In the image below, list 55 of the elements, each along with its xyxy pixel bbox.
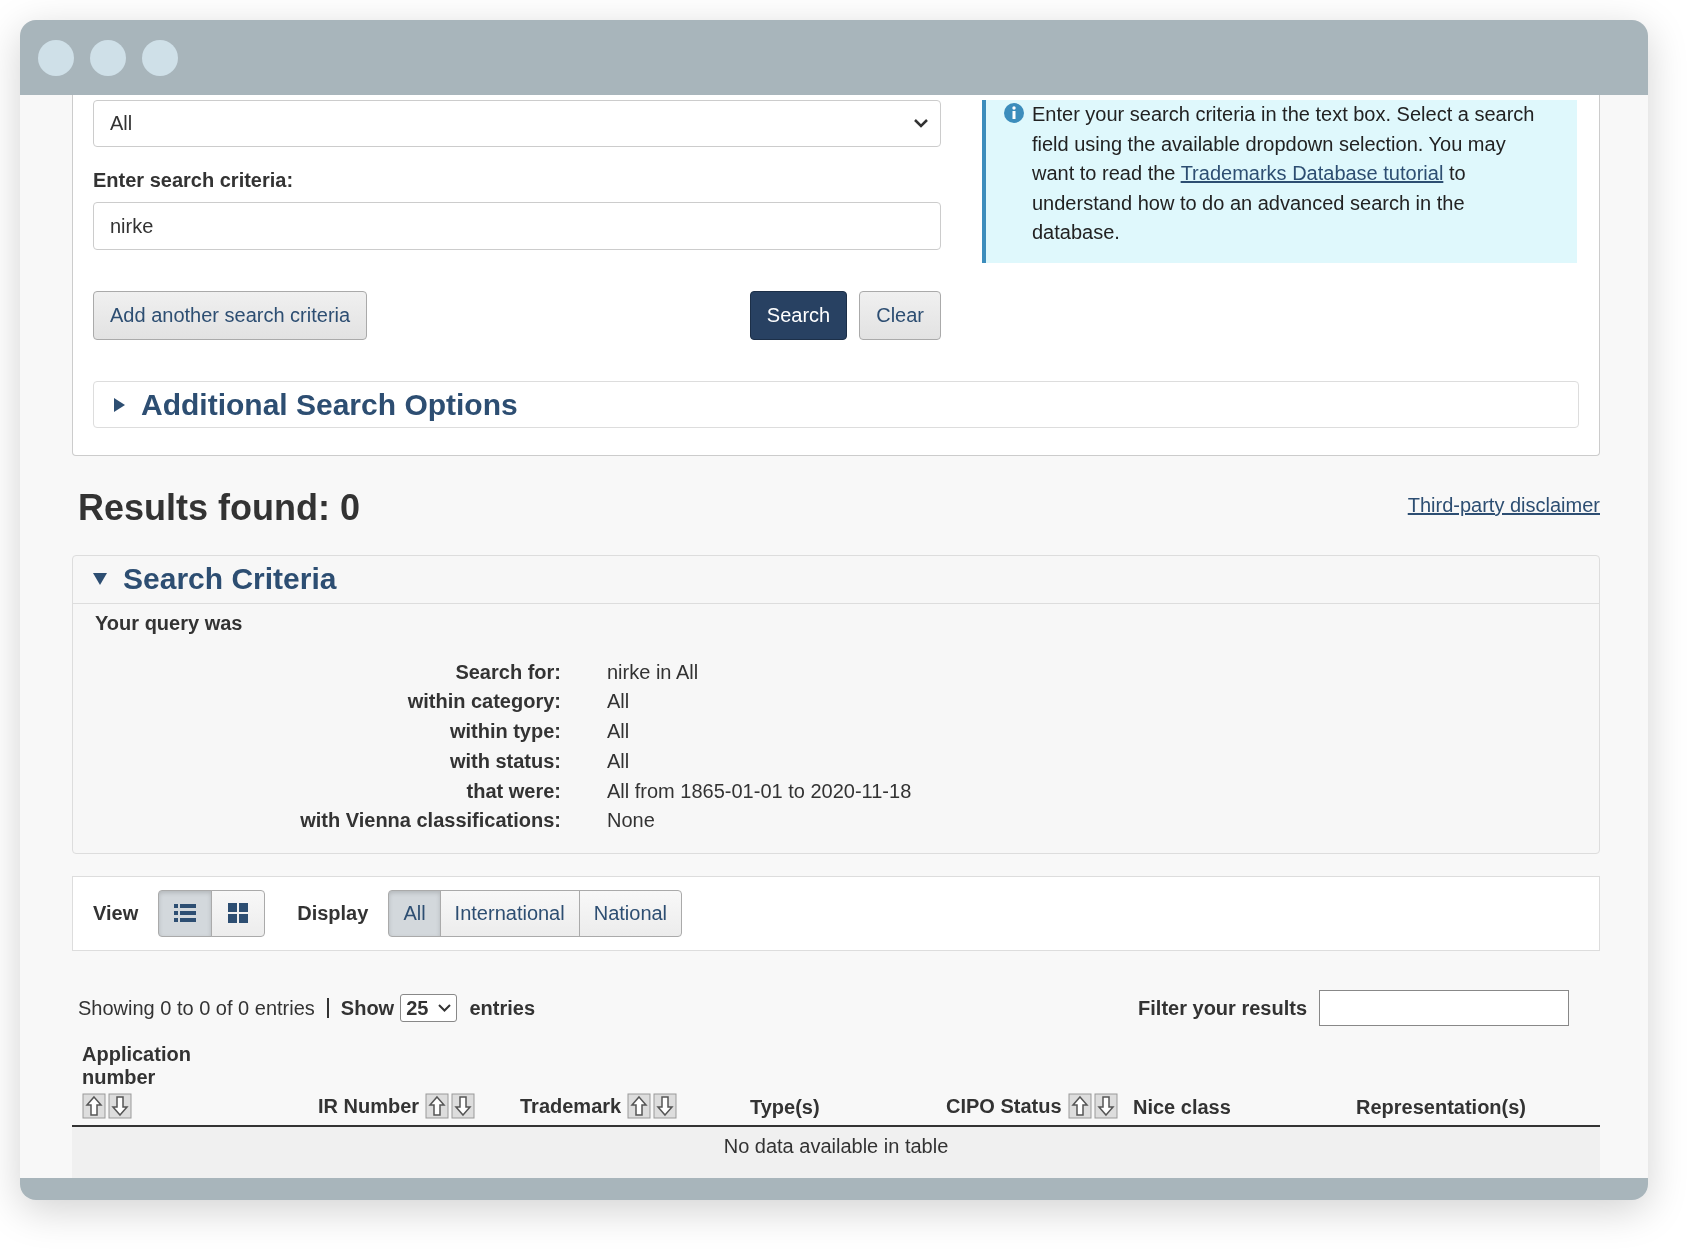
results-heading: Results found: 0 bbox=[77, 486, 360, 530]
list-icon bbox=[174, 903, 197, 924]
column-header: Type(s) bbox=[750, 1096, 820, 1119]
criteria-label: within type: bbox=[448, 720, 561, 744]
field-label: Enter search criteria: bbox=[93, 169, 295, 192]
criteria-value: All bbox=[607, 690, 631, 715]
criteria-panel-header[interactable]: Search Criteria bbox=[73, 555, 1599, 604]
sort-arrows-icon[interactable] bbox=[425, 1093, 476, 1119]
sort-arrows-icon[interactable] bbox=[82, 1093, 132, 1119]
criteria-value: All bbox=[607, 749, 631, 774]
search-button[interactable]: Search bbox=[749, 291, 848, 340]
chevron-down-icon bbox=[914, 119, 928, 128]
criteria-value: All from 1865-01-01 to 2020-11-18 bbox=[607, 779, 913, 804]
criteria-value: None bbox=[607, 809, 656, 833]
tutorial-link[interactable]: Trademarks Database tutorial bbox=[1180, 162, 1444, 184]
display-filter-tab[interactable]: National bbox=[578, 889, 683, 937]
filter-label: Filter your results bbox=[1138, 996, 1307, 1020]
column-header: Nice class bbox=[1133, 1096, 1231, 1119]
chevron-down-icon bbox=[438, 1004, 452, 1012]
column-header: Representation(s) bbox=[1356, 1096, 1527, 1119]
criteria-label: that were: bbox=[465, 779, 561, 804]
entries-label: entries bbox=[469, 996, 535, 1020]
criteria-label: Search for: bbox=[454, 660, 561, 685]
criteria-label: with Vienna classifications: bbox=[299, 809, 561, 833]
display-filter-tab[interactable]: All bbox=[388, 889, 441, 937]
disclaimer-link[interactable]: Third-party disclaimer bbox=[1407, 493, 1600, 517]
grid-icon bbox=[228, 903, 249, 924]
info-icon bbox=[1004, 103, 1024, 123]
sort-arrows-icon[interactable] bbox=[1067, 1093, 1118, 1119]
add-criteria-button[interactable]: Add another search criteria bbox=[93, 291, 368, 340]
sort-arrows-icon[interactable] bbox=[627, 1093, 678, 1119]
entries-info: Showing 0 to 0 of 0 entries bbox=[78, 996, 315, 1020]
column-header: Trademark bbox=[520, 1094, 622, 1118]
clear-button[interactable]: Clear bbox=[859, 291, 941, 340]
empty-table-message: No data available in table bbox=[72, 1127, 1600, 1178]
display-filter-tab[interactable]: International bbox=[439, 889, 580, 937]
grid-view-button[interactable] bbox=[211, 889, 266, 937]
list-view-button[interactable] bbox=[158, 889, 213, 937]
column-header: Application number bbox=[82, 1043, 192, 1089]
additional-options-toggle[interactable]: Additional Search Options bbox=[93, 381, 1579, 428]
column-header: IR Number bbox=[318, 1094, 420, 1118]
criteria-label: with status: bbox=[448, 749, 561, 774]
search-input[interactable]: nirke bbox=[93, 202, 941, 250]
criteria-label: within category: bbox=[406, 690, 561, 715]
criteria-value: nirke in All bbox=[607, 660, 700, 685]
page-size-dropdown[interactable]: 25 bbox=[400, 994, 458, 1022]
search-field-dropdown[interactable]: All bbox=[93, 100, 941, 147]
info-text: Enter your search criteria in the text box. Select a search field using the available dropdown selection. You may want to read the Trademarks Database tutorial to understand how to do an advanced search in the database. bbox=[1032, 103, 1535, 243]
view-label: View bbox=[93, 901, 139, 925]
criteria-value: All bbox=[607, 720, 631, 744]
show-label: Show bbox=[340, 996, 395, 1020]
display-label: Display bbox=[297, 901, 369, 925]
filter-input[interactable] bbox=[1319, 990, 1569, 1026]
column-header: CIPO Status bbox=[946, 1094, 1062, 1118]
query-intro: Your query was bbox=[95, 611, 244, 635]
